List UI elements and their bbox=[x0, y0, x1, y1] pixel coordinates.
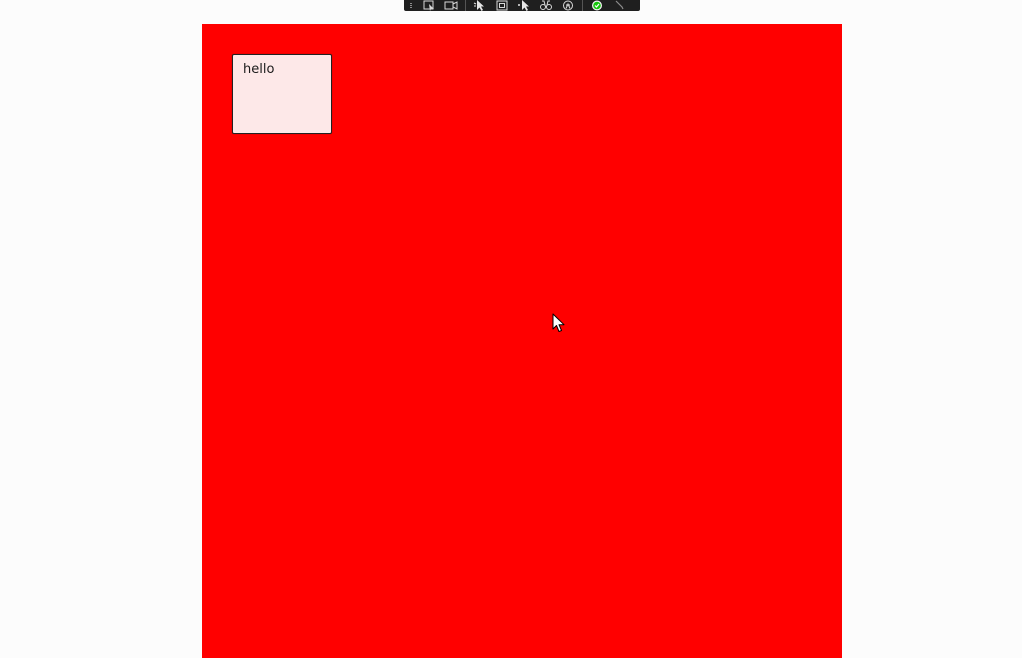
pointer-select-icon bbox=[473, 0, 487, 11]
in-app-toolbar bbox=[404, 0, 640, 11]
select-element-icon bbox=[422, 0, 436, 11]
pointer-tool-button[interactable] bbox=[513, 0, 535, 11]
record-button[interactable] bbox=[440, 0, 462, 11]
select-element-button[interactable] bbox=[418, 0, 440, 11]
red-canvas[interactable]: hello bbox=[202, 24, 842, 658]
wrench-icon bbox=[612, 0, 626, 11]
status-check-button[interactable] bbox=[586, 0, 608, 11]
frame-button[interactable] bbox=[491, 0, 513, 11]
accessibility-icon bbox=[561, 0, 575, 11]
frame-icon bbox=[495, 0, 509, 11]
toolbar-separator bbox=[582, 0, 583, 11]
video-camera-icon bbox=[444, 0, 458, 11]
toolbar-grip-handle[interactable] bbox=[408, 0, 414, 11]
settings-tool-button[interactable] bbox=[608, 0, 630, 11]
pointer-select-button[interactable] bbox=[469, 0, 491, 11]
accessibility-button[interactable] bbox=[557, 0, 579, 11]
check-circle-icon bbox=[590, 0, 604, 11]
binoculars-icon bbox=[539, 0, 553, 11]
hello-label: hello bbox=[243, 62, 275, 77]
pointer-tool-icon bbox=[517, 0, 531, 11]
binoculars-button[interactable] bbox=[535, 0, 557, 11]
hello-box[interactable]: hello bbox=[232, 54, 332, 134]
toolbar-separator bbox=[465, 0, 466, 11]
